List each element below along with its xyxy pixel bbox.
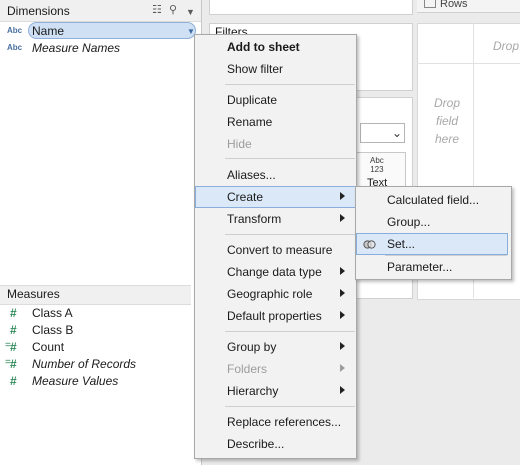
menu-item-label: Parameter...	[387, 260, 453, 274]
menu-item-label: Set...	[387, 237, 416, 251]
field-label: Measure Names	[32, 41, 121, 55]
string-type-icon: Abc	[7, 26, 23, 35]
menu-item-label: Hierarchy	[227, 384, 279, 398]
menu-item-label: Replace references...	[227, 415, 342, 429]
menu-item-duplicate[interactable]: Duplicate	[195, 89, 356, 111]
menu-separator	[225, 84, 355, 85]
text-type-icon: Abc 123	[370, 156, 384, 174]
menu-item-label: Geographic role	[227, 287, 313, 301]
chevron-down-icon[interactable]: ▼	[186, 6, 195, 18]
menu-item-convert-to-measure[interactable]: Convert to measure	[195, 239, 356, 261]
string-type-icon: Abc	[7, 43, 23, 52]
number-type-icon: #	[10, 357, 17, 371]
measure-field-count[interactable]: = # Count	[0, 339, 201, 356]
submenu-arrow-icon	[340, 192, 345, 200]
menu-item-label: Add to sheet	[227, 40, 300, 54]
submenu-arrow-icon	[340, 342, 345, 350]
menu-separator	[225, 158, 355, 159]
menu-item-label: Group...	[387, 215, 431, 229]
menu-item-default-properties[interactable]: Default properties	[195, 305, 356, 327]
rows-shelf-label: Rows	[440, 0, 468, 10]
menu-item-label: Calculated field...	[387, 193, 480, 207]
submenu-arrow-icon	[340, 364, 345, 372]
field-label: Number of Records	[32, 357, 137, 371]
submenu-item-set[interactable]: Set...	[356, 233, 508, 255]
menu-item-label: Describe...	[227, 437, 285, 451]
data-pane	[0, 0, 202, 465]
menu-item-label: Show filter	[227, 62, 284, 76]
drop-zone-top[interactable]: Drop	[493, 39, 519, 53]
menu-item-aliases[interactable]: Aliases...	[195, 164, 356, 186]
menu-item-label: Folders	[227, 362, 268, 376]
dimensions-title: Dimensions	[7, 4, 70, 18]
menu-item-label: Change data type	[227, 265, 322, 279]
field-label: Measure Values	[32, 374, 119, 388]
menu-item-label: Create	[227, 190, 264, 204]
menu-item-show-filter[interactable]: Show filter	[195, 58, 356, 80]
measure-field-number-of-records[interactable]: = # Number of Records	[0, 356, 201, 373]
submenu-item-parameter[interactable]: Parameter...	[356, 256, 508, 278]
number-type-icon: #	[10, 323, 17, 337]
number-type-icon: #	[10, 340, 17, 354]
measure-field-class-b[interactable]: # Class B	[0, 322, 201, 339]
submenu-arrow-icon	[340, 267, 345, 275]
submenu-arrow-icon	[340, 289, 345, 297]
rows-icon	[424, 0, 436, 8]
canvas-divider	[417, 63, 520, 64]
view-as-list-icon[interactable]: ☷	[152, 4, 162, 16]
field-label: Count	[32, 340, 65, 354]
submenu-arrow-icon	[340, 311, 345, 319]
menu-item-describe[interactable]: Describe...	[195, 433, 356, 455]
measures-title: Measures	[7, 287, 60, 301]
menu-separator	[225, 406, 355, 407]
search-icon[interactable]: ⚲	[169, 4, 177, 16]
menu-item-label: Convert to measure	[227, 243, 333, 257]
field-label: Class B	[32, 323, 74, 337]
dimension-field-measure-names[interactable]: Abc Measure Names	[0, 40, 201, 57]
set-icon	[363, 240, 376, 249]
field-label: Class A	[32, 306, 73, 320]
menu-item-change-data-type[interactable]: Change data type	[195, 261, 356, 283]
menu-item-group-by[interactable]: Group by	[195, 336, 356, 358]
submenu-arrow-icon	[340, 214, 345, 222]
measure-field-measure-values[interactable]: # Measure Values	[0, 373, 201, 390]
number-type-icon: #	[10, 306, 17, 320]
chevron-down-icon[interactable]: ⌄	[392, 126, 402, 140]
menu-item-rename[interactable]: Rename	[195, 111, 356, 133]
drop-field-here-zone[interactable]: Drop field here	[432, 94, 462, 148]
menu-item-transform[interactable]: Transform	[195, 208, 356, 230]
submenu-arrow-icon	[340, 386, 345, 394]
menu-item-label: Rename	[227, 115, 273, 129]
menu-item-label: Group by	[227, 340, 277, 354]
pages-shelf	[209, 0, 413, 15]
menu-item-replace-references[interactable]: Replace references...	[195, 411, 356, 433]
menu-separator	[225, 234, 355, 235]
menu-item-geographic-role[interactable]: Geographic role	[195, 283, 356, 305]
submenu-item-calculated-field[interactable]: Calculated field...	[356, 189, 508, 211]
menu-item-label: Duplicate	[227, 93, 278, 107]
menu-item-create[interactable]: Create	[195, 186, 356, 208]
menu-item-folders: Folders	[195, 358, 356, 380]
menu-item-label: Hide	[227, 137, 252, 151]
field-label: Name	[32, 24, 65, 38]
measure-field-class-a[interactable]: # Class A	[0, 305, 201, 322]
menu-item-add-to-sheet[interactable]: Add to sheet	[195, 36, 356, 58]
menu-separator	[225, 331, 355, 332]
menu-item-label: Default properties	[227, 309, 322, 323]
menu-item-hierarchy[interactable]: Hierarchy	[195, 380, 356, 402]
menu-item-label: Transform	[227, 212, 282, 226]
menu-item-label: Aliases...	[227, 168, 276, 182]
number-type-icon: #	[10, 374, 17, 388]
dimension-field-name[interactable]: Abc Name ▼	[0, 22, 201, 40]
menu-item-hide: Hide	[195, 133, 356, 155]
submenu-item-group[interactable]: Group...	[356, 211, 508, 233]
